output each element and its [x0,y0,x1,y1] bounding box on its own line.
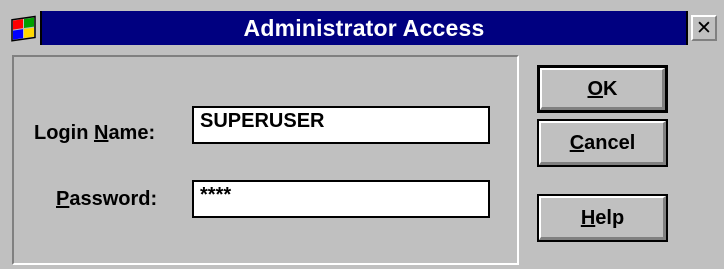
password-label: Password: [56,188,158,210]
login-name-label: Login Name: [34,122,156,144]
login-dialog: Administrator Access ✕ Login Name: SUPER… [0,0,724,269]
help-button[interactable]: Help [537,194,668,242]
credentials-panel: Login Name: SUPERUSER Password: **** [12,55,519,265]
cancel-button[interactable]: Cancel [537,119,668,167]
password-input[interactable]: **** [192,180,490,218]
system-menu-button[interactable] [8,11,42,45]
close-icon: ✕ [696,17,712,39]
ok-button[interactable]: OK [537,65,668,113]
title-bar[interactable]: Administrator Access ✕ [8,11,720,45]
close-button[interactable]: ✕ [686,11,720,45]
window-title: Administrator Access [243,15,485,41]
login-name-input[interactable]: SUPERUSER [192,106,490,144]
windows-flag-icon [11,15,36,42]
